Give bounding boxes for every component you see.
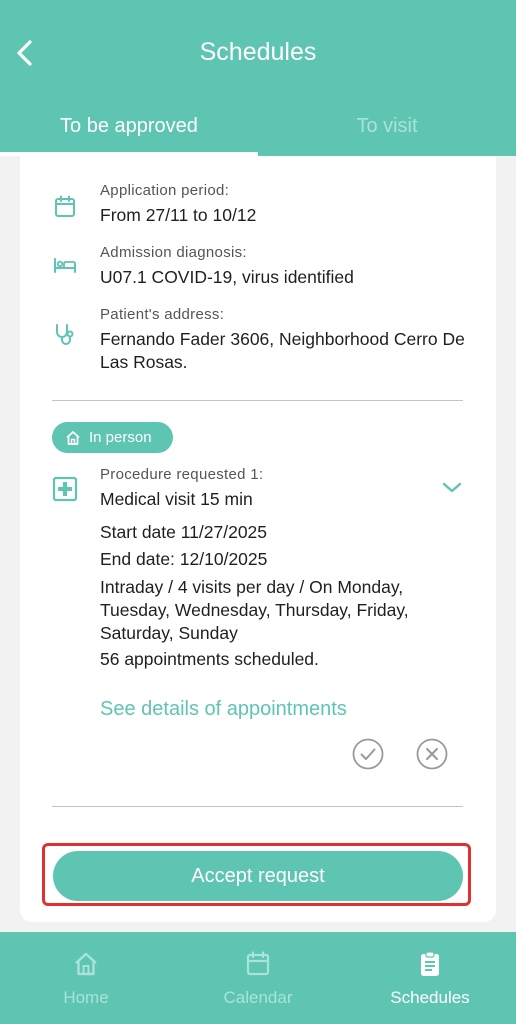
medical-cross-icon <box>52 476 78 502</box>
bed-icon <box>54 258 76 273</box>
tab-to-visit[interactable]: To visit <box>258 96 516 156</box>
procedure-name: Medical visit 15 min <box>100 489 253 509</box>
nav-label-schedules: Schedules <box>390 988 470 1007</box>
application-period-value: From 27/11 to 10/12 <box>100 205 257 225</box>
section-divider <box>52 806 463 807</box>
patient-address-value: Fernando Fader 3606, Neighborhood Cerro … <box>100 329 465 372</box>
chevron-down-icon[interactable] <box>438 474 466 502</box>
tab-to-be-approved[interactable]: To be approved <box>0 96 258 156</box>
procedure-end-date: End date: 12/10/2025 <box>100 549 268 569</box>
nav-label-calendar: Calendar <box>223 988 293 1007</box>
home-icon <box>75 952 97 976</box>
stethoscope-icon <box>56 324 74 345</box>
home-icon <box>66 430 80 445</box>
procedure-start-date: Start date 11/27/2025 <box>100 522 268 542</box>
nav-label-home: Home <box>63 988 109 1007</box>
page-title: Schedules <box>199 38 317 66</box>
reject-close-icon[interactable] <box>416 738 448 770</box>
clipboard-icon <box>421 951 439 976</box>
schedule-request-card: Application period: From 27/11 to 10/12 … <box>20 156 496 922</box>
accept-request-button[interactable]: Accept request <box>53 851 463 901</box>
app-header: Schedules To be approved To visit <box>0 0 516 156</box>
bottom-navigation: Home Calendar Schedules <box>0 932 516 1024</box>
visit-type-badge: In person <box>52 422 173 453</box>
patient-address-label: Patient's address: <box>100 306 225 323</box>
calendar-icon <box>246 951 270 976</box>
application-period-label: Application period: <box>100 182 230 199</box>
procedure-frequency: Intraday / 4 visits per day / On Monday,… <box>100 577 409 643</box>
calendar-icon <box>55 195 75 217</box>
visit-type-label: In person <box>89 429 152 446</box>
procedure-label: Procedure requested 1: <box>100 466 264 483</box>
section-divider <box>52 400 463 401</box>
appointments-count: 56 appointments scheduled. <box>100 649 319 669</box>
see-details-link[interactable]: See details of appointments <box>100 698 347 721</box>
nav-item-schedules[interactable]: Schedules <box>344 932 516 1024</box>
nav-item-calendar[interactable]: Calendar <box>172 932 344 1024</box>
admission-diagnosis-value: U07.1 COVID-19, virus identified <box>100 267 354 287</box>
approve-check-icon[interactable] <box>352 738 384 770</box>
admission-diagnosis-label: Admission diagnosis: <box>100 244 247 261</box>
nav-item-home[interactable]: Home <box>0 932 172 1024</box>
